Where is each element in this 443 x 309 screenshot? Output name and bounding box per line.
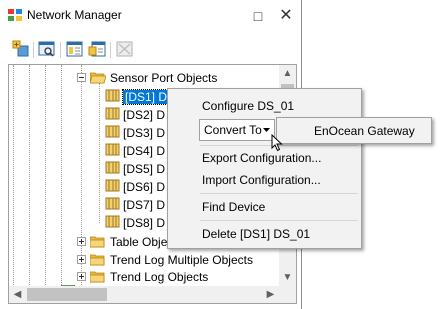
export-icon[interactable] xyxy=(88,40,106,58)
scroll-right-icon[interactable]: ▶ xyxy=(262,286,279,303)
tree-item-label: [DS6] D xyxy=(123,180,166,194)
device-icon xyxy=(105,215,120,228)
tree-item-sensor-port-objects[interactable]: Sensor Port Objects xyxy=(75,69,275,86)
tree-item-label: Trend Log Multiple Objects xyxy=(110,253,253,267)
tree-item-label: Sensor Port Objects xyxy=(110,71,218,85)
tree-item-label: [DS7] D xyxy=(123,198,166,212)
context-menu: Configure DS_01 Convert To Export Config… xyxy=(167,88,362,249)
folder-icon xyxy=(90,236,105,248)
folder-open-icon xyxy=(90,72,106,84)
scrollbar-corner xyxy=(279,286,296,303)
device-icon xyxy=(105,197,120,210)
network-manager-app-icon xyxy=(8,9,22,21)
expand-toggle[interactable] xyxy=(77,255,86,264)
tree-item-label: [DS5] D xyxy=(123,162,166,176)
expand-toggle[interactable] xyxy=(77,237,86,246)
device-icon xyxy=(105,125,120,138)
device-icon xyxy=(105,89,120,102)
disabled-icon xyxy=(116,41,133,57)
tree-item-trend-log-objects[interactable]: Trend Log Objects xyxy=(75,268,275,285)
restore-button[interactable]: □ xyxy=(244,5,272,27)
menu-item-label: Import Configuration... xyxy=(202,173,321,187)
menu-item-import-configuration[interactable]: Import Configuration... xyxy=(170,169,359,191)
convert-to-submenu: EnOcean Gateway xyxy=(276,117,432,144)
menu-item-find-device[interactable]: Find Device xyxy=(170,196,359,218)
report-icon[interactable] xyxy=(66,40,84,58)
tree-item-label: [DS8] D xyxy=(123,216,166,230)
tree-item-label: Trend Log Objects xyxy=(110,270,209,284)
mouse-cursor-icon xyxy=(271,134,283,152)
menu-item-label: Find Device xyxy=(202,200,266,214)
tree-item-label: [DS4] D xyxy=(123,144,166,158)
scroll-down-icon[interactable]: ▼ xyxy=(279,269,296,286)
folder-icon xyxy=(90,254,105,266)
toolbar xyxy=(8,40,296,62)
tree-item-label: [DS2] D xyxy=(123,108,166,122)
window-title: Network Manager xyxy=(27,8,122,22)
tree-item-trend-log-multiple-objects[interactable]: Trend Log Multiple Objects xyxy=(75,251,275,268)
close-button[interactable]: ✕ xyxy=(272,5,300,27)
menu-item-label: Export Configuration... xyxy=(202,151,322,165)
scroll-up-icon[interactable]: ▲ xyxy=(279,65,296,82)
device-icon xyxy=(105,143,120,156)
menu-item-configure[interactable]: Configure DS_01 xyxy=(170,95,359,117)
scroll-left-icon[interactable]: ◀ xyxy=(9,286,26,303)
menu-item-label: Delete [DS1] DS_01 xyxy=(202,227,311,241)
folder-icon xyxy=(90,271,105,283)
menu-item-delete[interactable]: Delete [DS1] DS_01 xyxy=(170,223,359,245)
tree-item-label: Table Obje xyxy=(110,235,168,249)
horizontal-scrollbar[interactable]: ◀ ▶ xyxy=(9,286,279,303)
menu-item-label: Configure DS_01 xyxy=(202,99,295,113)
collapse-toggle[interactable] xyxy=(77,73,86,82)
title-bar: Network Manager □ ✕ xyxy=(0,0,301,30)
device-icon xyxy=(105,161,120,174)
device-icon xyxy=(105,179,120,192)
menu-item-label: Convert To xyxy=(204,123,262,137)
device-icon xyxy=(105,107,120,120)
add-device-icon[interactable] xyxy=(12,40,30,58)
chevron-down-icon xyxy=(263,128,270,132)
properties-icon[interactable] xyxy=(38,40,56,58)
submenu-item-enocean-gateway[interactable]: EnOcean Gateway xyxy=(314,124,415,138)
menu-item-convert-to[interactable]: Convert To xyxy=(199,119,275,141)
tree-item-label: [DS3] D xyxy=(123,126,166,140)
expand-toggle[interactable] xyxy=(77,272,86,281)
menu-item-export-configuration[interactable]: Export Configuration... xyxy=(170,147,359,169)
horizontal-scroll-thumb[interactable] xyxy=(27,288,107,301)
